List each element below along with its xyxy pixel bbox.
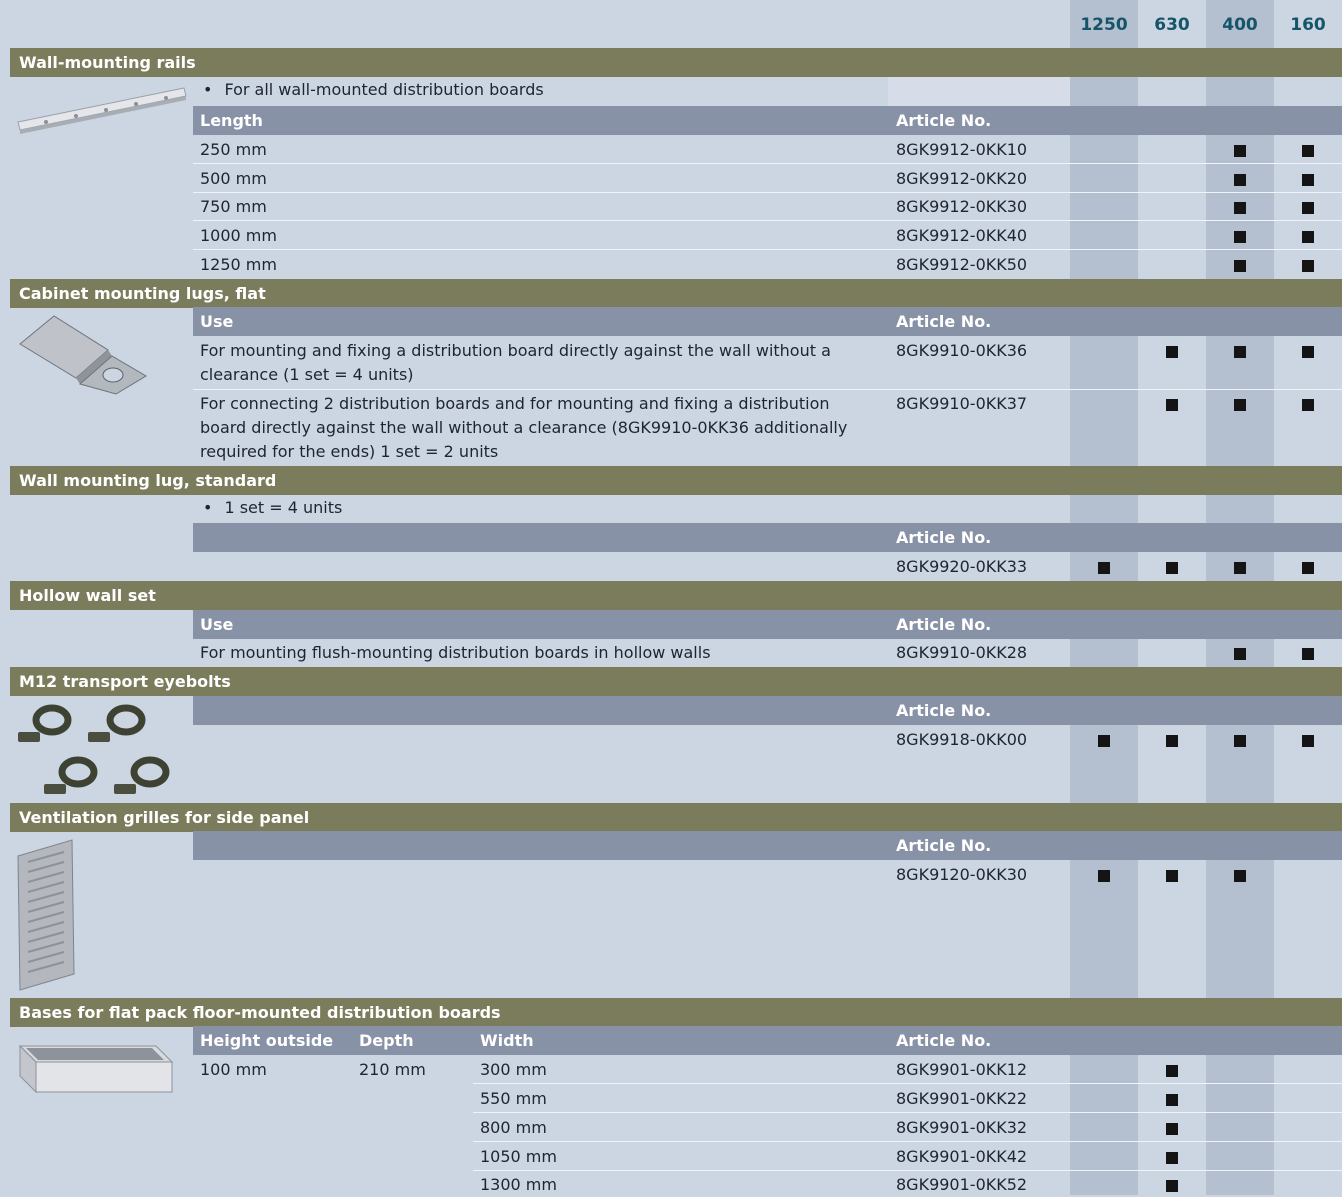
column-header-1250: 1250 xyxy=(1080,15,1128,35)
eyebolts-subheader: Article No. xyxy=(193,696,1342,725)
availability-mark xyxy=(1166,346,1178,358)
section-bases: Bases for flat pack floor-mounted distri… xyxy=(10,998,1342,1027)
subheader-depth: Depth xyxy=(359,1031,414,1050)
availability-mark xyxy=(1098,735,1110,747)
section-wall-mounting-rails: Wall-mounting rails xyxy=(10,48,1342,77)
section-title: Cabinet mounting lugs, flat xyxy=(19,284,266,303)
availability-mark xyxy=(1234,399,1246,411)
availability-mark xyxy=(1302,562,1314,574)
availability-mark xyxy=(1166,870,1178,882)
section-wall-mounting-lug: Wall mounting lug, standard xyxy=(10,466,1342,495)
subheader-use: Use xyxy=(200,615,234,634)
grilles-subheader: Article No. xyxy=(193,831,1342,860)
availability-mark xyxy=(1166,1065,1178,1077)
subheader-width: Width xyxy=(480,1031,534,1050)
column-header-630: 630 xyxy=(1154,15,1190,35)
availability-mark xyxy=(1234,231,1246,243)
section-title: Ventilation grilles for side panel xyxy=(19,808,310,827)
availability-mark xyxy=(1302,648,1314,660)
hollow-wall-subheader: Use Article No. xyxy=(193,610,1342,639)
availability-mark xyxy=(1166,399,1178,411)
availability-mark xyxy=(1234,202,1246,214)
wall-rails-subheader: Length Article No. xyxy=(193,106,1342,135)
subheader-article-no: Article No. xyxy=(896,111,992,130)
mounting-lug-image xyxy=(19,315,147,395)
section-title: M12 transport eyebolts xyxy=(19,672,231,691)
section-title: Wall mounting lug, standard xyxy=(19,471,277,490)
bases-subheader: Height outside Depth Width Article No. xyxy=(193,1026,1342,1055)
section-m12-eyebolts: M12 transport eyebolts xyxy=(10,667,1342,696)
height-value: 100 mm xyxy=(200,1060,267,1079)
availability-mark xyxy=(1302,399,1314,411)
availability-mark xyxy=(1166,1180,1178,1192)
wall-rail-image xyxy=(17,87,187,134)
availability-mark xyxy=(1166,1094,1178,1106)
availability-mark xyxy=(1098,870,1110,882)
subheader-article-no: Article No. xyxy=(896,836,992,855)
subheader-article-no: Article No. xyxy=(896,615,992,634)
availability-mark xyxy=(1166,562,1178,574)
wall-lug-subheader: Article No. xyxy=(193,523,1342,552)
availability-mark xyxy=(1166,1123,1178,1135)
ventilation-grille-image xyxy=(17,839,75,991)
wall-lug-bullet: • 1 set = 4 units xyxy=(203,498,343,517)
bullet-text: For all wall-mounted distribution boards xyxy=(224,80,544,99)
availability-mark xyxy=(1166,735,1178,747)
base-image xyxy=(18,1044,174,1094)
column-header-400: 400 xyxy=(1222,15,1258,35)
section-title: Hollow wall set xyxy=(19,586,156,605)
section-ventilation-grilles: Ventilation grilles for side panel xyxy=(10,803,1342,832)
section-cabinet-mounting-lugs: Cabinet mounting lugs, flat xyxy=(10,279,1342,308)
bullet-text: 1 set = 4 units xyxy=(224,498,343,517)
section-title: Wall-mounting rails xyxy=(19,53,196,72)
availability-mark xyxy=(1234,648,1246,660)
availability-mark xyxy=(1234,870,1246,882)
subheader-height-outside: Height outside xyxy=(200,1031,334,1050)
wall-rails-bullet: • For all wall-mounted distribution board… xyxy=(203,80,544,99)
availability-mark xyxy=(1234,562,1246,574)
availability-mark xyxy=(1234,174,1246,186)
section-hollow-wall-set: Hollow wall set xyxy=(10,581,1342,610)
availability-mark xyxy=(1302,346,1314,358)
availability-mark xyxy=(1302,145,1314,157)
subheader-length: Length xyxy=(200,111,263,130)
subheader-use: Use xyxy=(200,312,234,331)
availability-mark xyxy=(1234,145,1246,157)
eyebolts-image xyxy=(18,704,170,794)
availability-mark xyxy=(1302,174,1314,186)
subheader-article-no: Article No. xyxy=(896,312,992,331)
availability-mark xyxy=(1302,202,1314,214)
article-header-spacer xyxy=(888,77,1070,106)
subheader-article-no: Article No. xyxy=(896,701,992,720)
column-header-160: 160 xyxy=(1290,15,1326,35)
availability-mark xyxy=(1302,231,1314,243)
availability-mark xyxy=(1234,735,1246,747)
subheader-article-no: Article No. xyxy=(896,528,992,547)
availability-mark xyxy=(1098,562,1110,574)
availability-mark xyxy=(1302,260,1314,272)
depth-value: 210 mm xyxy=(359,1060,426,1079)
subheader-article-no: Article No. xyxy=(896,1031,992,1050)
section-title: Bases for flat pack floor-mounted distri… xyxy=(19,1003,501,1022)
availability-mark xyxy=(1302,735,1314,747)
cabinet-lugs-subheader: Use Article No. xyxy=(193,307,1342,336)
availability-mark xyxy=(1234,346,1246,358)
availability-mark xyxy=(1234,260,1246,272)
availability-mark xyxy=(1166,1152,1178,1164)
